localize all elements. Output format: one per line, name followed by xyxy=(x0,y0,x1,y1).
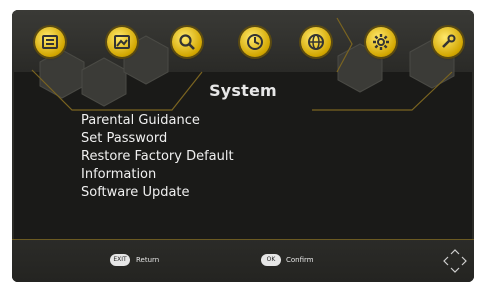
exit-key-icon: EXIT xyxy=(110,254,130,266)
tv-screen: System Parental Guidance Set Password Re… xyxy=(12,10,474,282)
menu-item-parental-guidance[interactable]: Parental Guidance xyxy=(81,112,234,130)
page-title: System xyxy=(209,81,277,100)
search-icon[interactable] xyxy=(172,27,202,57)
footer-hint-bar: EXIT Return OK Confirm xyxy=(12,239,474,282)
picture-icon[interactable] xyxy=(107,27,137,57)
system-gear-icon[interactable] xyxy=(366,27,396,57)
menu-item-software-update[interactable]: Software Update xyxy=(81,184,234,202)
ok-key-icon: OK xyxy=(261,254,281,266)
timer-icon[interactable] xyxy=(240,27,270,57)
menu-item-set-password[interactable]: Set Password xyxy=(81,130,234,148)
language-icon[interactable] xyxy=(301,27,331,57)
channel-list-icon[interactable] xyxy=(35,27,65,57)
menu-item-restore-factory-default[interactable]: Restore Factory Default xyxy=(81,148,234,166)
return-hint-label: Return xyxy=(136,256,160,264)
system-menu: Parental Guidance Set Password Restore F… xyxy=(81,112,234,202)
menu-item-information[interactable]: Information xyxy=(81,166,234,184)
tools-icon[interactable] xyxy=(433,27,463,57)
confirm-hint-label: Confirm xyxy=(286,256,314,264)
navigation-arrows-icon xyxy=(443,249,467,273)
